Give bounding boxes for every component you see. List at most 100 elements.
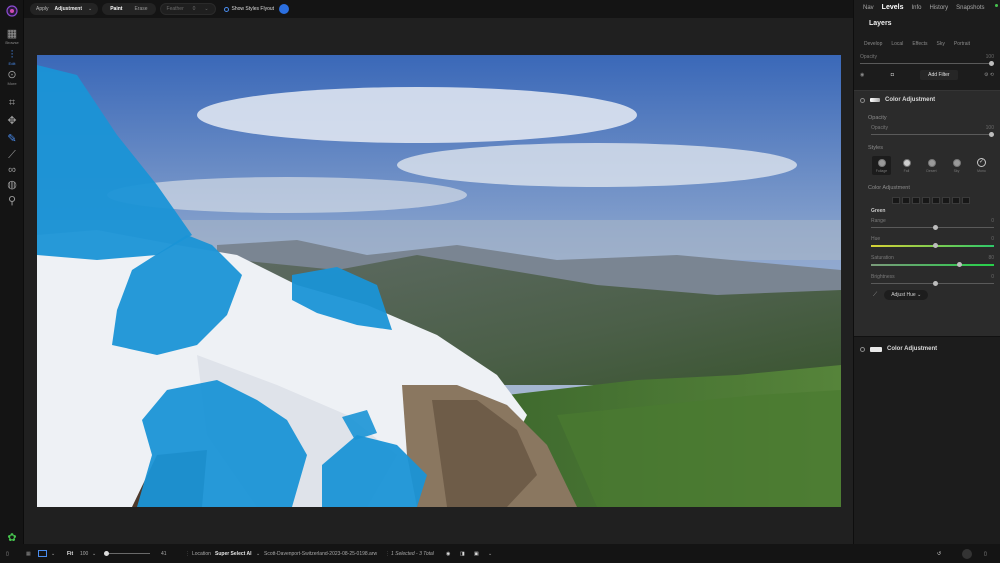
- filter-card-color-adjustment: Color Adjustment Opacity Opacity 100 Styl…: [854, 90, 1000, 337]
- subtab-effects[interactable]: Effects: [912, 41, 927, 54]
- subtab-sky[interactable]: Sky: [937, 41, 945, 54]
- filter-header[interactable]: Color Adjustment: [854, 91, 1000, 105]
- slider-knob[interactable]: [932, 243, 938, 248]
- paint-button[interactable]: Paint: [105, 4, 127, 14]
- undo-icon[interactable]: ↺: [937, 551, 941, 557]
- divider-icon: ⋮: [385, 550, 390, 557]
- export-button[interactable]: [962, 549, 972, 559]
- slider-knob[interactable]: [989, 132, 994, 137]
- brush-tool[interactable]: ✎: [0, 133, 24, 145]
- retouch-tool[interactable]: ◍: [0, 179, 24, 191]
- slider-knob[interactable]: [989, 61, 994, 66]
- color-swatch[interactable]: [902, 197, 910, 204]
- zoom-tool[interactable]: ⚲: [0, 195, 24, 207]
- mask-icon[interactable]: ◘: [891, 72, 894, 78]
- compare-icon[interactable]: ◨: [460, 551, 465, 557]
- slider-knob[interactable]: [104, 551, 109, 556]
- move-tool[interactable]: ✥: [0, 115, 24, 127]
- filter-toggle-icon[interactable]: [860, 346, 865, 352]
- preview-icon[interactable]: ▣: [474, 551, 479, 557]
- tab-info[interactable]: Info: [911, 5, 921, 11]
- saturation-slider[interactable]: [871, 262, 994, 267]
- subtab-develop[interactable]: Develop: [864, 41, 882, 54]
- app-window: ▦ Browse ⫶ Edit ⊙ More ⌗ ✥ ✎ ⟋ ∞ ◍ ⚲ ✿ A…: [0, 0, 1000, 563]
- filter-card-color-adjustment-2[interactable]: Color Adjustment: [854, 337, 1000, 355]
- adjust-hue-dropdown[interactable]: Adjust Hue ⌄: [884, 290, 929, 300]
- filter-opacity-slider[interactable]: [871, 132, 994, 137]
- range-slider[interactable]: [871, 225, 994, 230]
- chevron-down-icon[interactable]: ⌄: [92, 551, 96, 557]
- tab-history[interactable]: History: [929, 5, 948, 11]
- filter-opacity: Opacity 100: [854, 121, 1000, 137]
- slider-knob[interactable]: [932, 281, 938, 286]
- app-logo: [0, 4, 24, 22]
- single-view-icon[interactable]: [38, 550, 47, 557]
- color-swatch[interactable]: [932, 197, 940, 204]
- location-dropdown[interactable]: Super Select AI: [215, 551, 252, 557]
- layer-opacity-slider[interactable]: [860, 61, 994, 66]
- visibility-icon[interactable]: ◉: [860, 72, 864, 78]
- style-desert[interactable]: Desert: [922, 156, 941, 175]
- erase-button[interactable]: Erase: [129, 4, 152, 14]
- heal-tool[interactable]: ∞: [0, 164, 24, 176]
- filter-row: ◉ ◘ Add Filter ⚙ ⟲: [854, 64, 1000, 80]
- extensions-icon: ✿: [7, 532, 17, 544]
- sliders-icon: ⫶: [10, 49, 14, 61]
- color-swatch[interactable]: [942, 197, 950, 204]
- color-swatch[interactable]: [962, 197, 970, 204]
- gear-icon[interactable]: ⚙ ⟲: [984, 72, 994, 78]
- fit-button[interactable]: Fit: [67, 551, 73, 557]
- color-swatch[interactable]: [922, 197, 930, 204]
- add-filter-button[interactable]: Add Filter: [920, 70, 958, 80]
- tab-nav[interactable]: Nav: [863, 5, 874, 11]
- filter-toggle-icon[interactable]: [860, 97, 865, 103]
- chevron-down-icon[interactable]: ⌄: [51, 551, 55, 557]
- zoom-slider[interactable]: [104, 551, 150, 556]
- style-sky[interactable]: Sky: [947, 156, 966, 175]
- eye-icon[interactable]: ◉: [446, 551, 450, 557]
- bandage-icon: ∞: [8, 164, 16, 176]
- image-canvas[interactable]: [24, 18, 853, 544]
- grid-view-icon[interactable]: ▦: [26, 551, 31, 557]
- show-styles-flyout-toggle[interactable]: Show Styles Flyout: [223, 4, 290, 14]
- color-swatch[interactable]: [892, 197, 900, 204]
- apply-dropdown[interactable]: Apply Adjustment ⌄: [30, 3, 99, 15]
- toggle-left-panel-icon[interactable]: ▯: [6, 551, 9, 557]
- tab-snapshots[interactable]: Snapshots: [956, 5, 984, 11]
- eyedropper-icon[interactable]: ⟋: [873, 292, 877, 299]
- brightness-slider[interactable]: [871, 281, 994, 286]
- style-fall[interactable]: Fall: [897, 156, 916, 175]
- status-dot: [994, 4, 998, 7]
- extensions-button[interactable]: ✿: [0, 532, 24, 544]
- hue-control: Hue 0: [854, 228, 1000, 248]
- toggle-right-panel-icon[interactable]: ▯: [984, 551, 987, 557]
- saturation-control: Saturation 80: [854, 247, 1000, 267]
- tab-levels[interactable]: Levels: [882, 4, 904, 11]
- subtab-local[interactable]: Local: [891, 41, 903, 54]
- hue-slider[interactable]: [871, 243, 994, 248]
- zoom-value[interactable]: 100: [80, 551, 88, 557]
- color-swatch[interactable]: [952, 197, 960, 204]
- flyout-toggle-indicator[interactable]: [279, 4, 290, 14]
- more-rail-item[interactable]: ⊙ More: [0, 69, 24, 86]
- paint-erase-toggle: Paint Erase: [102, 3, 156, 15]
- style-foliage[interactable]: Foliage: [872, 156, 891, 175]
- color-swatch[interactable]: [912, 197, 920, 204]
- feather-field[interactable]: Feather 0 ⌄: [159, 3, 216, 15]
- range-control: Range 0: [854, 214, 1000, 230]
- chevron-down-icon[interactable]: ⌄: [488, 551, 492, 557]
- edit-rail-item[interactable]: ⫶ Edit: [0, 49, 24, 66]
- layer-subtabs: Develop Local Effects Sky Portrait: [854, 32, 1000, 54]
- browse-rail-item[interactable]: ▦ Browse: [0, 28, 24, 45]
- chevron-down-icon[interactable]: ⌄: [256, 551, 260, 557]
- style-mono[interactable]: ✓ Mono: [972, 156, 991, 175]
- crop-tool[interactable]: ⌗: [0, 97, 24, 109]
- subtab-portrait[interactable]: Portrait: [954, 41, 970, 54]
- brush-icon: ✎: [7, 133, 17, 145]
- color-swatches: [854, 191, 1000, 204]
- photo-preview[interactable]: [37, 55, 841, 507]
- chevron-down-icon: ⌄: [88, 6, 93, 12]
- selected-color-name: Green: [871, 208, 886, 214]
- mask-brush-tool[interactable]: ⟋: [0, 149, 24, 161]
- slider-knob[interactable]: [932, 225, 938, 230]
